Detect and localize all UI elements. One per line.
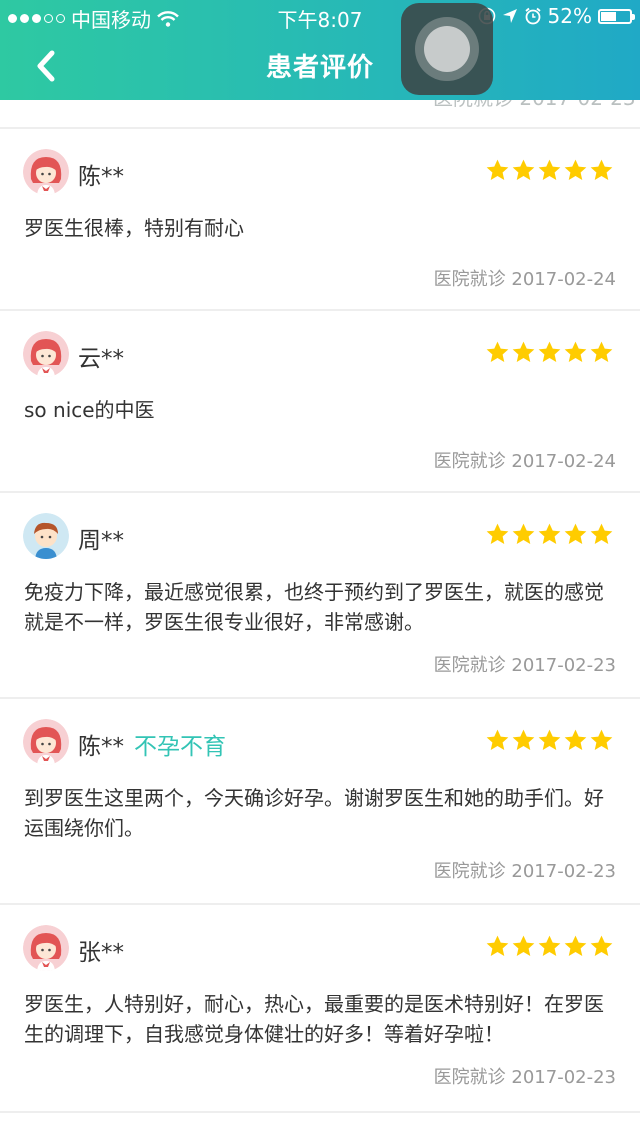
review-meta: 医院就诊 2017-02-23 <box>434 1063 616 1089</box>
star-icon <box>590 729 613 750</box>
review-date: 2017-02-23 <box>511 1067 616 1088</box>
avatar <box>23 925 69 971</box>
reviewer-name: 周** <box>78 521 124 555</box>
review-date: 2017-02-23 <box>511 655 616 676</box>
star-icon <box>590 159 613 180</box>
review-item: 云** so nice的中医医院就诊 2017-02-24 <box>0 311 640 491</box>
review-text: 罗医生很棒，特别有耐心 <box>24 216 244 240</box>
star-icon <box>538 729 561 750</box>
battery-percent: 52% <box>547 4 592 28</box>
star-icon <box>564 729 587 750</box>
rating-stars <box>485 728 614 753</box>
avatar <box>23 719 69 765</box>
avatar <box>23 513 69 559</box>
star-icon <box>590 523 613 544</box>
divider <box>0 1111 640 1113</box>
review-source: 医院就诊 <box>433 269 506 290</box>
review-date: 2017-02-23 <box>511 861 616 882</box>
review-source: 医院就诊 <box>433 655 506 676</box>
rating-stars <box>485 340 614 365</box>
review-meta: 医院就诊 2017-02-24 <box>434 447 616 473</box>
star-icon <box>538 341 561 362</box>
review-list: 陈** 罗医生很棒，特别有耐心医院就诊 2017-02-24 云** so nice的… <box>0 100 640 1113</box>
star-icon <box>512 341 535 362</box>
review-text: 罗医生，人特别好，耐心，热心，最重要的是医术特别好！在罗医生的调理下，自我感觉身… <box>24 992 604 1046</box>
battery-icon <box>598 8 635 24</box>
star-icon <box>486 523 509 544</box>
star-icon <box>538 159 561 180</box>
review-meta: 医院就诊 2017-02-23 <box>434 857 616 883</box>
star-icon <box>538 523 561 544</box>
review-item: 陈** 不孕不育到罗医生这里两个，今天确诊好孕。谢谢罗医生和她的助手们。好运围绕你… <box>0 699 640 903</box>
reviewer-name: 云** <box>78 339 124 373</box>
review-meta: 医院就诊 2017-02-24 <box>434 265 616 291</box>
review-meta: 医院就诊 2017-02-23 <box>434 651 616 677</box>
review-source: 医院就诊 <box>433 1067 506 1088</box>
star-icon <box>564 523 587 544</box>
location-arrow-icon <box>502 9 517 23</box>
alarm-icon <box>524 7 541 25</box>
star-icon <box>512 935 535 956</box>
avatar <box>23 331 69 377</box>
review-source: 医院就诊 <box>433 451 506 472</box>
review-item: 周** 免疫力下降，最近感觉很累，也终于预约到了罗医生，就医的感觉就是不一样，罗医… <box>0 493 640 697</box>
review-item: 陈** 罗医生很棒，特别有耐心医院就诊 2017-02-24 <box>0 129 640 309</box>
star-icon <box>564 159 587 180</box>
review-date: 2017-02-24 <box>511 269 616 290</box>
review-date: 2017-02-24 <box>511 451 616 472</box>
status-bar: 中国移动 下午8:07 52% <box>0 0 640 32</box>
star-icon <box>590 341 613 362</box>
condition-tag: 不孕不育 <box>134 734 226 760</box>
rating-stars <box>485 522 614 547</box>
star-icon <box>564 341 587 362</box>
star-icon <box>538 935 561 956</box>
review-source: 医院就诊 <box>433 861 506 882</box>
review-text: 免疫力下降，最近感觉很累，也终于预约到了罗医生，就医的感觉就是不一样，罗医生很专… <box>24 580 604 634</box>
page-title: 患者评价 <box>265 53 374 83</box>
reviewer-name-text: 周** <box>78 528 124 554</box>
reviewer-name: 陈** 不孕不育 <box>78 727 226 761</box>
rating-stars <box>485 158 614 183</box>
star-icon <box>564 935 587 956</box>
star-icon <box>486 935 509 956</box>
nav-bar: 患者评价 <box>0 32 640 100</box>
reviewer-name: 陈** <box>78 157 124 191</box>
reviewer-name-text: 陈** <box>78 164 124 190</box>
review-text: so nice的中医 <box>24 398 155 422</box>
star-icon <box>486 729 509 750</box>
reviewer-name-text: 云** <box>78 346 124 372</box>
star-icon <box>486 341 509 362</box>
star-icon <box>590 935 613 956</box>
avatar <box>23 149 69 195</box>
review-item: 张** 罗医生，人特别好，耐心，热心，最重要的是医术特别好！在罗医生的调理下，自我… <box>0 905 640 1111</box>
reviewer-name: 张** <box>78 933 124 967</box>
rating-stars <box>485 934 614 959</box>
star-icon <box>512 159 535 180</box>
assistive-touch-button[interactable] <box>401 3 493 95</box>
review-text: 到罗医生这里两个，今天确诊好孕。谢谢罗医生和她的助手们。好运围绕你们。 <box>24 786 604 840</box>
reviewer-name-text: 张** <box>78 940 124 966</box>
reviewer-name-text: 陈** <box>78 734 124 760</box>
header: 中国移动 下午8:07 52% 患者评价 <box>0 0 640 100</box>
star-icon <box>512 523 535 544</box>
star-icon <box>486 159 509 180</box>
star-icon <box>512 729 535 750</box>
